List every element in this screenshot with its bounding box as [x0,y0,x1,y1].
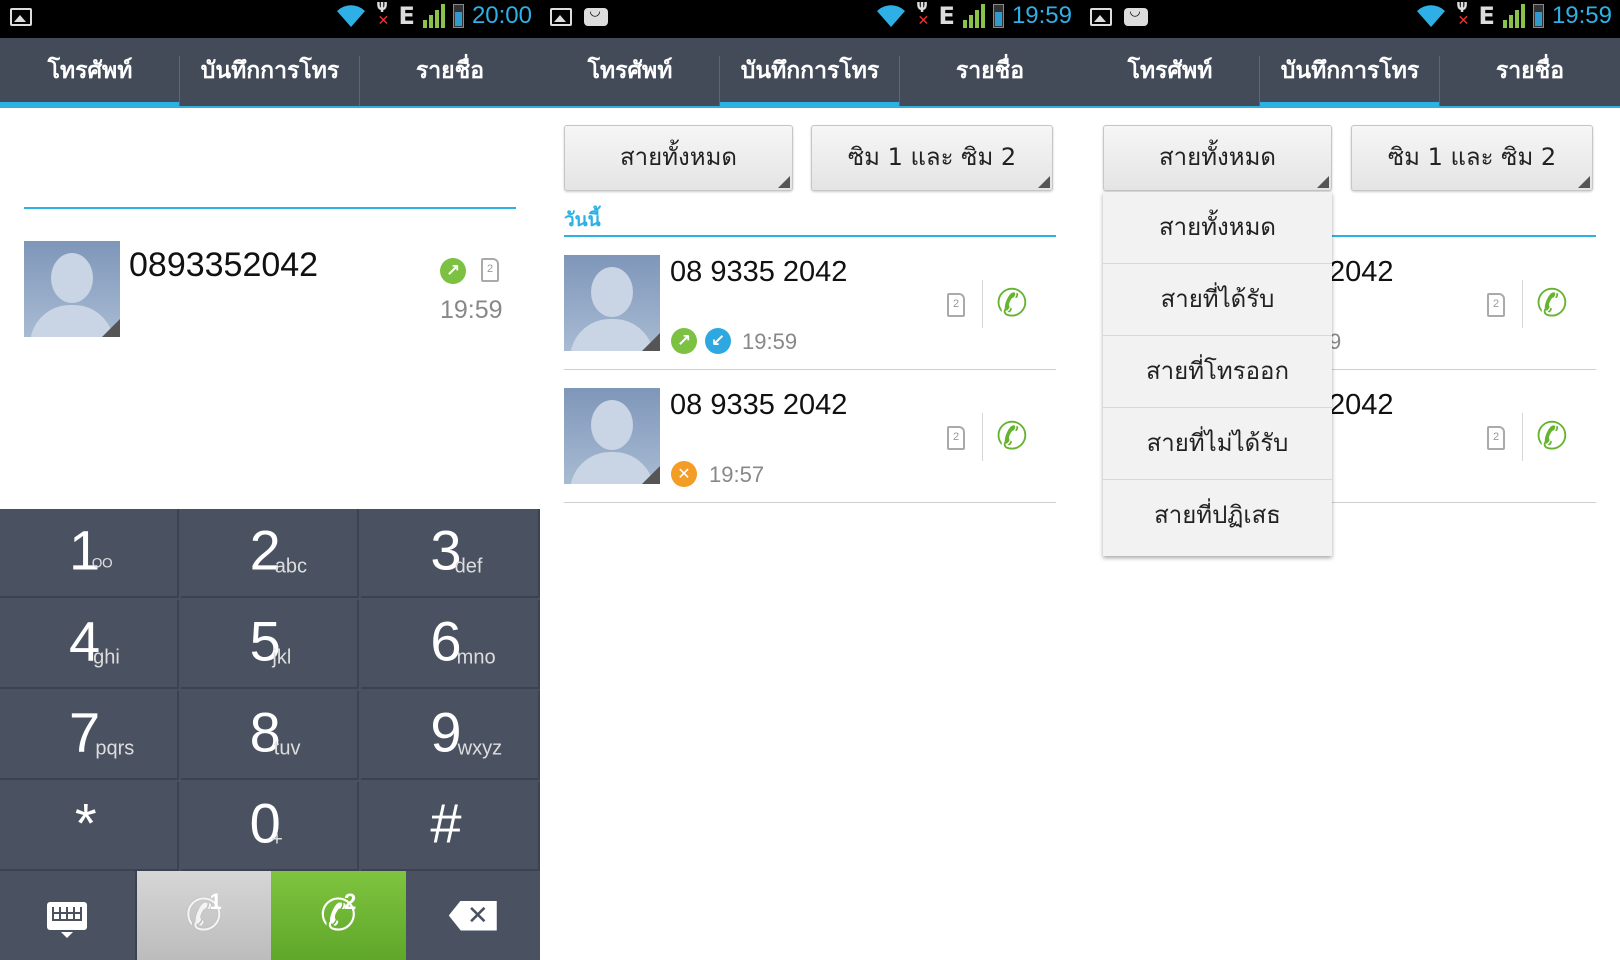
call-type-filter[interactable]: สายทั้งหมด [564,125,793,191]
sim-icon: 2 [1487,293,1505,317]
call-type-filter[interactable]: สายทั้งหมด [1103,125,1332,191]
image-notification-icon [1090,8,1112,26]
battery-icon [1532,4,1544,28]
key-5[interactable]: 5 jkl [180,600,360,689]
key-hash[interactable]: # [361,782,540,871]
status-clock: 20:00 [471,2,532,29]
no-signal-icon: ✕ [915,1,931,29]
key-4[interactable]: 4 ghi [0,600,179,689]
keyboard-icon [47,901,88,938]
contact-avatar[interactable] [24,241,120,337]
key-8[interactable]: 8 tuv [180,691,360,780]
section-header-today: วันนี้ [564,209,601,231]
suggested-number[interactable]: 0893352042 [129,246,318,285]
call-type-dropdown: สายทั้งหมด สายที่ได้รับ สายที่โทรออก สาย… [1103,192,1332,556]
dialpad: 1 ᴼᴼ 2 abc 3 def 4 ghi 5 jkl 6 mno 7 pqrs 8 tuv … [0,509,540,871]
dropdown-item-rejected[interactable]: สายที่ปฏิเสธ [1103,480,1332,552]
dropdown-item-all-calls[interactable]: สายทั้งหมด [1103,192,1332,264]
call-entry-time: 19:59 [742,329,798,354]
call-entry-number[interactable]: 08 9335 2042 [670,256,847,289]
backspace-icon: ✕ [448,900,497,931]
call-back-icon[interactable]: ✆ [1536,284,1568,322]
tab-contacts[interactable]: รายชื่อ [1440,38,1620,108]
tab-contacts[interactable]: รายชื่อ [360,38,540,108]
call-time: 19:59 [440,296,503,324]
tab-call-log[interactable]: บันทึกการโทร [1260,38,1440,108]
call-log-screen: ✕ E 19:59 โทรศัพท์ บันทึกการโทร รายชื่อ … [540,0,1080,960]
outgoing-call-icon: ↗ [440,258,466,284]
no-signal-icon: ✕ [375,1,391,29]
signal-bars-icon [422,4,445,28]
dropdown-item-missed[interactable]: สายที่ไม่ได้รับ [1103,408,1332,480]
network-type: E [1478,2,1495,30]
call-entry-number[interactable]: 08 9335 2042 [670,389,847,422]
status-bar: ✕ E 19:59 [540,0,1080,38]
sim-icon: 2 [481,258,499,282]
contact-avatar[interactable] [564,255,660,351]
call-sim1-button[interactable]: ✆ 1 [136,871,271,960]
battery-icon [452,4,464,28]
status-clock: 19:59 [1551,2,1612,29]
tab-call-log[interactable]: บันทึกการโทร [180,38,360,108]
dialer-action-bar: ✆ 1 ✆ 2 ✕ [0,871,540,960]
network-type: E [398,2,415,30]
call-entry-time: 19:57 [709,462,765,487]
wifi-icon [1416,5,1445,28]
dialer-screen: ✕ E 20:00 โทรศัพท์ บันทึกการโทร รายชื่อ … [0,0,540,960]
key-0[interactable]: 0 + [180,782,360,871]
call-back-icon[interactable]: ✆ [1536,417,1568,455]
status-clock: 19:59 [1011,2,1072,29]
voicemail-icon: ᴼᴼ [92,554,113,577]
signal-bars-icon [1502,4,1525,28]
dropdown-item-outgoing[interactable]: สายที่โทรออก [1103,336,1332,408]
image-notification-icon [10,8,32,26]
tab-bar: โทรศัพท์ บันทึกการโทร รายชื่อ [1080,38,1620,108]
tab-phone[interactable]: โทรศัพท์ [540,38,720,108]
key-2[interactable]: 2 abc [180,509,360,598]
keyboard-toggle-button[interactable] [0,871,137,960]
call-back-icon[interactable]: ✆ [996,284,1028,322]
call-entry-number[interactable]: 2042 [1329,256,1394,289]
signal-bars-icon [962,4,985,28]
image-notification-icon [550,8,572,26]
wifi-icon [336,5,365,28]
outgoing-call-icon: ↗ [671,328,697,354]
network-type: E [938,2,955,30]
tab-phone[interactable]: โทรศัพท์ [1080,38,1260,108]
number-input-underline [24,207,516,209]
sim-icon: 2 [947,293,965,317]
key-star[interactable]: * [0,782,179,871]
key-9[interactable]: 9 wxyz [361,691,540,780]
sim-filter[interactable]: ซิม 1 และ ซิม 2 [1351,125,1593,191]
tab-phone[interactable]: โทรศัพท์ [0,38,180,108]
status-bar: ✕ E 20:00 [0,0,540,38]
call-entry-number[interactable]: 2042 [1329,389,1394,422]
call-sim2-button[interactable]: ✆ 2 [271,871,406,960]
missed-call-icon: ✕ [671,461,697,487]
no-signal-icon: ✕ [1455,1,1471,29]
tab-contacts[interactable]: รายชื่อ [900,38,1080,108]
status-bar: ✕ E 19:59 [1080,0,1620,38]
sim-filter[interactable]: ซิม 1 และ ซิม 2 [811,125,1053,191]
call-back-icon[interactable]: ✆ [996,417,1028,455]
backspace-button[interactable]: ✕ [405,871,540,960]
key-1[interactable]: 1 ᴼᴼ [0,509,179,598]
sim-icon: 2 [947,426,965,450]
message-notification-icon [1124,4,1148,26]
key-7[interactable]: 7 pqrs [0,691,179,780]
message-notification-icon [584,4,608,26]
tab-call-log[interactable]: บันทึกการโทร [720,38,900,108]
contact-avatar[interactable] [564,388,660,484]
tab-bar: โทรศัพท์ บันทึกการโทร รายชื่อ [0,38,540,108]
key-3[interactable]: 3 def [361,509,540,598]
key-6[interactable]: 6 mno [361,600,540,689]
sim-icon: 2 [1487,426,1505,450]
dropdown-item-received[interactable]: สายที่ได้รับ [1103,264,1332,336]
wifi-icon [876,5,905,28]
tab-bar: โทรศัพท์ บันทึกการโทร รายชื่อ [540,38,1080,108]
battery-icon [992,4,1004,28]
incoming-call-icon: ↙ [705,328,731,354]
